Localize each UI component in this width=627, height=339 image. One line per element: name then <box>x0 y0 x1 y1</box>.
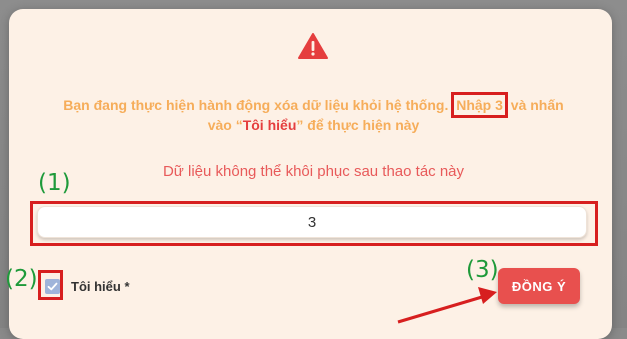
arrow-shaft <box>397 295 483 324</box>
annotation-arrow <box>397 287 497 324</box>
arrow-head <box>478 287 497 304</box>
